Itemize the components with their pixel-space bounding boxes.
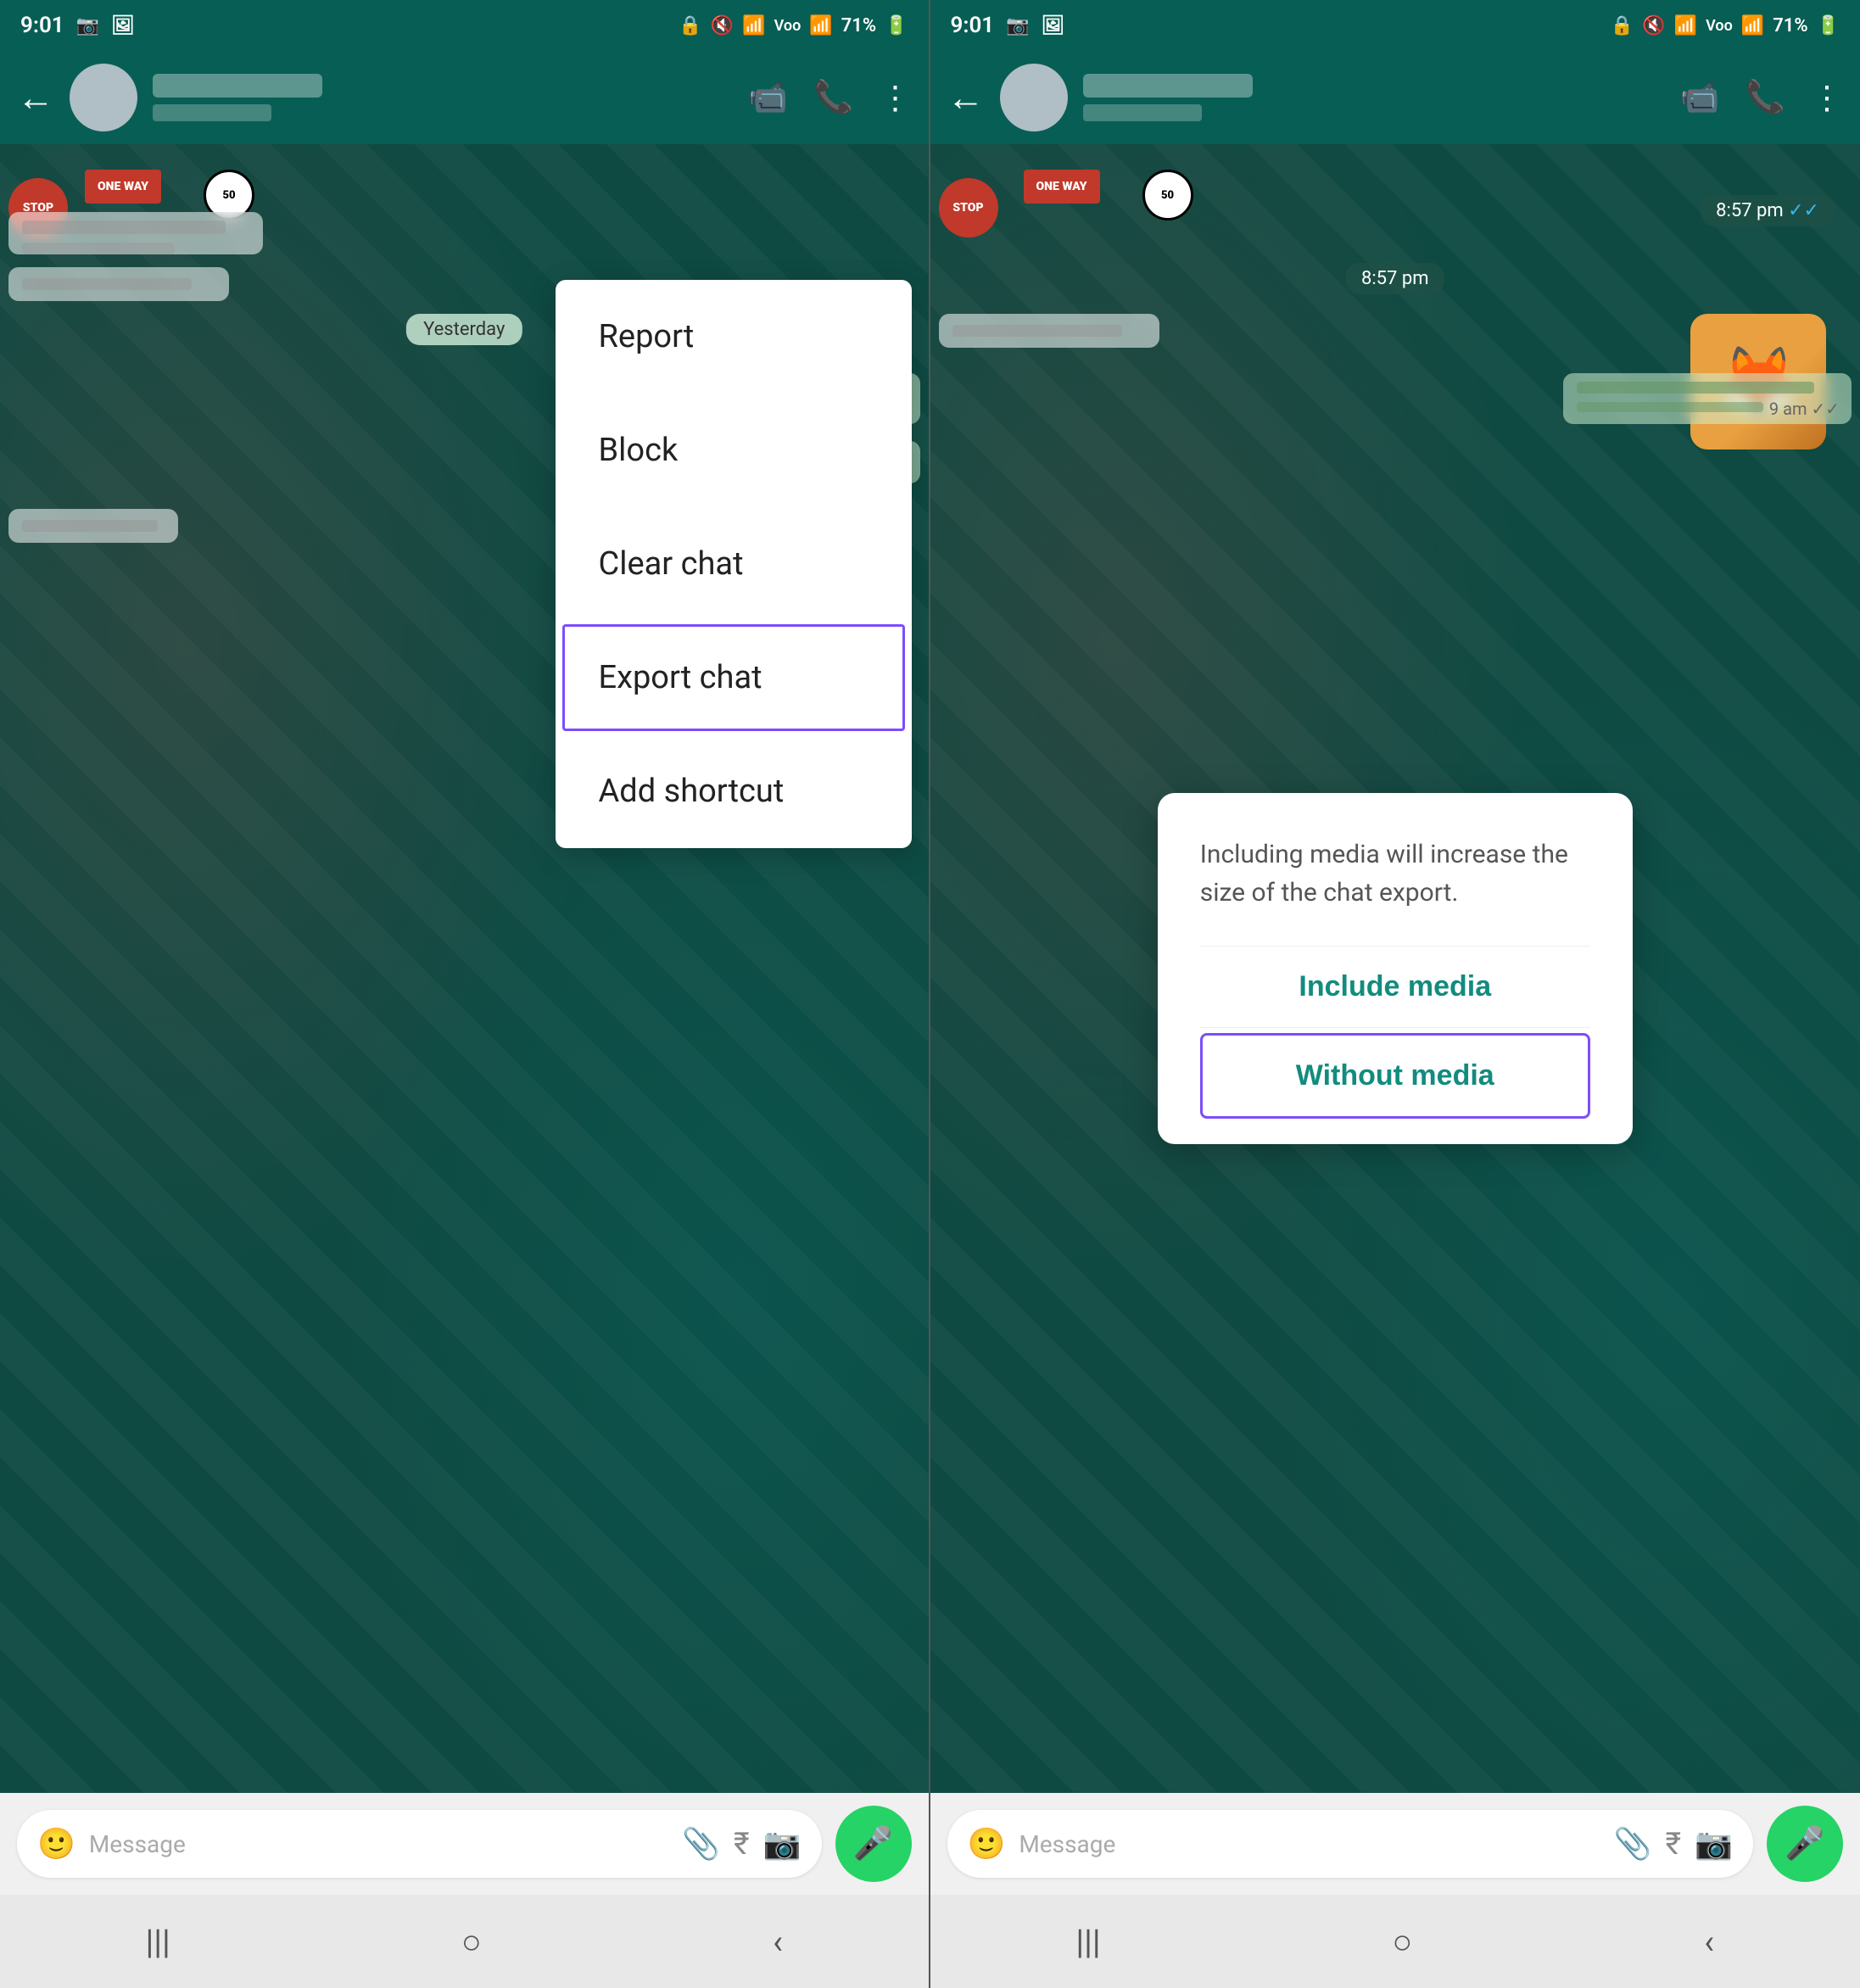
signal-icon-r: 📶	[1741, 15, 1764, 36]
message-input-wrap-left: 🙂 Message 📎 ₹ 📷	[17, 1810, 822, 1878]
message-input-left[interactable]: Message	[89, 1830, 668, 1858]
top-bar-left: ← 📹 📞 ⋮	[0, 51, 929, 144]
time-right: 9:01	[951, 13, 995, 38]
mic-button-left[interactable]: 🎤	[835, 1806, 912, 1882]
date-badge-left: Yesterday	[406, 314, 522, 345]
mute-icon: 🔇	[711, 15, 734, 36]
left-panel: 9:01 📷 🖼 🔒 🔇 📶 Voo 📶 71% 🔋 ← 📹 📞 ⋮	[0, 0, 930, 1988]
status-bar-left: 9:01 📷 🖼 🔒 🔇 📶 Voo 📶 71% 🔋	[0, 0, 929, 51]
avatar-right[interactable]	[1000, 64, 1068, 131]
message-input-right[interactable]: Message	[1019, 1830, 1600, 1858]
signal-icon: 📶	[809, 15, 832, 36]
battery-icon-left: 🔋	[885, 15, 908, 36]
menu-item-export-chat[interactable]: Export chat	[562, 624, 905, 731]
video-call-icon-left[interactable]: 📹	[748, 79, 788, 116]
msg-bubble-r2: 9 am ✓✓	[1563, 373, 1852, 424]
msg-bubble-5	[8, 509, 178, 543]
avatar-left[interactable]	[70, 64, 137, 131]
mic-icon-right: 🎤	[1785, 1825, 1824, 1862]
one-way-sign-1: ONE WAY	[85, 170, 161, 204]
export-dialog: Including media will increase the size o…	[1158, 793, 1633, 1144]
voice-call-icon-left[interactable]: 📞	[813, 79, 853, 116]
more-options-icon-left[interactable]: ⋮	[880, 79, 912, 117]
nav-recents-right[interactable]: |||	[1075, 1922, 1100, 1962]
rupee-icon-right[interactable]: ₹	[1666, 1826, 1682, 1862]
dialog-divider-2	[1200, 1027, 1590, 1028]
battery-icon-right: 🔋	[1817, 15, 1840, 36]
camera-icon-right[interactable]: 📷	[1695, 1826, 1733, 1862]
chat-bg-left: STOP ONE WAY 50 Yesterday am ✓✓ am ✓✓ Re…	[0, 144, 929, 1793]
msg-bubble-r1	[939, 314, 1159, 348]
emoji-icon-right[interactable]: 🙂	[968, 1826, 1006, 1862]
include-media-button[interactable]: Include media	[1200, 947, 1590, 1027]
nav-bar-left: ||| ○ ‹	[0, 1895, 929, 1988]
speed-limit-r: 50	[1142, 170, 1193, 221]
mic-button-right[interactable]: 🎤	[1767, 1806, 1843, 1882]
right-panel: 9:01 📷 🖼 🔒 🔇 📶 Voo 📶 71% 🔋 ← 📹 📞 ⋮	[930, 0, 1860, 1988]
chat-bg-right: STOP ONE WAY 50 8:57 pm ✓✓ 8:57 pm 🦊 9 a…	[930, 144, 1860, 1793]
nav-home-left[interactable]: ○	[461, 1922, 482, 1962]
time-badge-1: 8:57 pm ✓✓	[1701, 195, 1835, 226]
nav-home-right[interactable]: ○	[1392, 1922, 1412, 1962]
instagram-icon: 📷	[76, 15, 99, 36]
gallery-icon-r: 🖼	[1042, 15, 1065, 36]
menu-item-report[interactable]: Report	[556, 280, 912, 394]
voice-call-icon-right[interactable]: 📞	[1745, 79, 1785, 116]
status-bar-right: 9:01 📷 🖼 🔒 🔇 📶 Voo 📶 71% 🔋	[930, 0, 1860, 51]
attach-icon-left[interactable]: 📎	[682, 1826, 720, 1862]
battery-left: 71%	[841, 15, 876, 36]
back-button-right[interactable]: ←	[947, 75, 985, 120]
gallery-icon: 🖼	[111, 15, 135, 36]
nav-recents-left[interactable]: |||	[146, 1922, 170, 1962]
msg-bubble-2	[8, 267, 229, 301]
attach-icon-right[interactable]: 📎	[1614, 1826, 1652, 1862]
menu-item-add-shortcut[interactable]: Add shortcut	[556, 734, 912, 848]
back-button-left[interactable]: ←	[17, 75, 54, 120]
emoji-icon-left[interactable]: 🙂	[37, 1826, 75, 1862]
instagram-icon-r: 📷	[1006, 15, 1029, 36]
more-options-icon-right[interactable]: ⋮	[1811, 79, 1843, 117]
wifi-icon: 📶	[742, 15, 765, 36]
top-bar-right: ← 📹 📞 ⋮	[930, 51, 1860, 144]
vol-icon-r: Voo	[1706, 17, 1733, 35]
without-media-button[interactable]: Without media	[1200, 1033, 1590, 1119]
stop-sign-r: STOP	[939, 178, 998, 237]
time-left: 9:01	[20, 13, 64, 38]
menu-item-block[interactable]: Block	[556, 394, 912, 507]
dialog-message: Including media will increase the size o…	[1200, 835, 1590, 912]
double-tick-1: ✓✓	[1788, 200, 1819, 221]
wifi-icon-r: 📶	[1674, 15, 1697, 36]
dropdown-menu: Report Block Clear chat Export chat Add …	[556, 280, 912, 848]
bottom-bar-right: 🙂 Message 📎 ₹ 📷 🎤	[930, 1793, 1860, 1895]
nav-bar-right: ||| ○ ‹	[930, 1895, 1860, 1988]
message-input-wrap-right: 🙂 Message 📎 ₹ 📷	[947, 1810, 1754, 1878]
menu-item-clear-chat[interactable]: Clear chat	[556, 507, 912, 621]
rupee-icon-left[interactable]: ₹	[734, 1826, 750, 1862]
mic-icon-left: 🎤	[853, 1825, 893, 1862]
contact-name-right	[1083, 74, 1665, 121]
battery-right: 71%	[1773, 15, 1807, 36]
nav-back-left[interactable]: ‹	[773, 1922, 783, 1962]
camera-icon-left[interactable]: 📷	[763, 1826, 802, 1862]
one-way-r: ONE WAY	[1024, 170, 1100, 204]
video-call-icon-right[interactable]: 📹	[1679, 79, 1719, 116]
lock-icon-r: 🔒	[1611, 15, 1634, 36]
nav-back-right[interactable]: ‹	[1704, 1922, 1714, 1962]
vol-icon: Voo	[774, 17, 802, 35]
time-badge-2: 8:57 pm	[1346, 263, 1444, 294]
lock-icon: 🔒	[679, 15, 701, 36]
mute-icon-r: 🔇	[1642, 15, 1665, 36]
contact-name-left	[153, 74, 733, 121]
msg-bubble-1	[8, 212, 263, 254]
bottom-bar-left: 🙂 Message 📎 ₹ 📷 🎤	[0, 1793, 929, 1895]
